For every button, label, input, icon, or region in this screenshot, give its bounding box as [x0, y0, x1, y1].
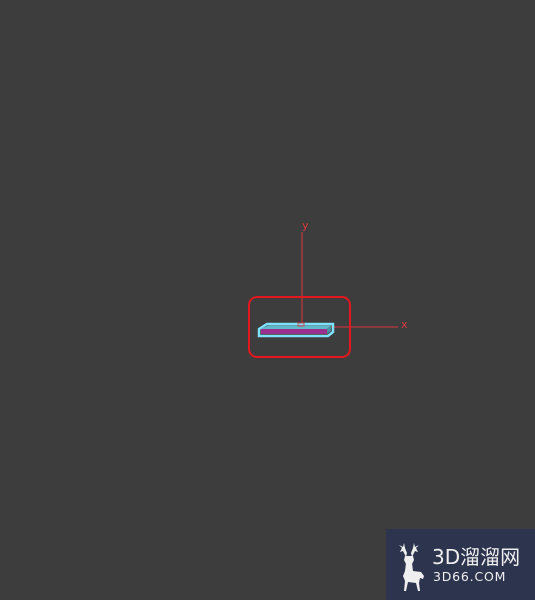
deer-icon [399, 543, 424, 591]
box-front-face [261, 329, 327, 334]
watermark-site-name: 3D溜溜网 [432, 545, 521, 569]
watermark: 3D溜溜网 3D66.COM [386, 529, 535, 600]
y-axis-label: y [302, 219, 309, 232]
box-top-face [261, 325, 331, 329]
scene-canvas[interactable]: y x [0, 0, 535, 600]
viewport[interactable]: y x 3D溜溜网 3D66.COM [0, 0, 535, 600]
watermark-site-url: 3D66.COM [433, 569, 507, 584]
x-axis-label: x [401, 318, 408, 331]
selected-box-object[interactable] [257, 322, 335, 338]
